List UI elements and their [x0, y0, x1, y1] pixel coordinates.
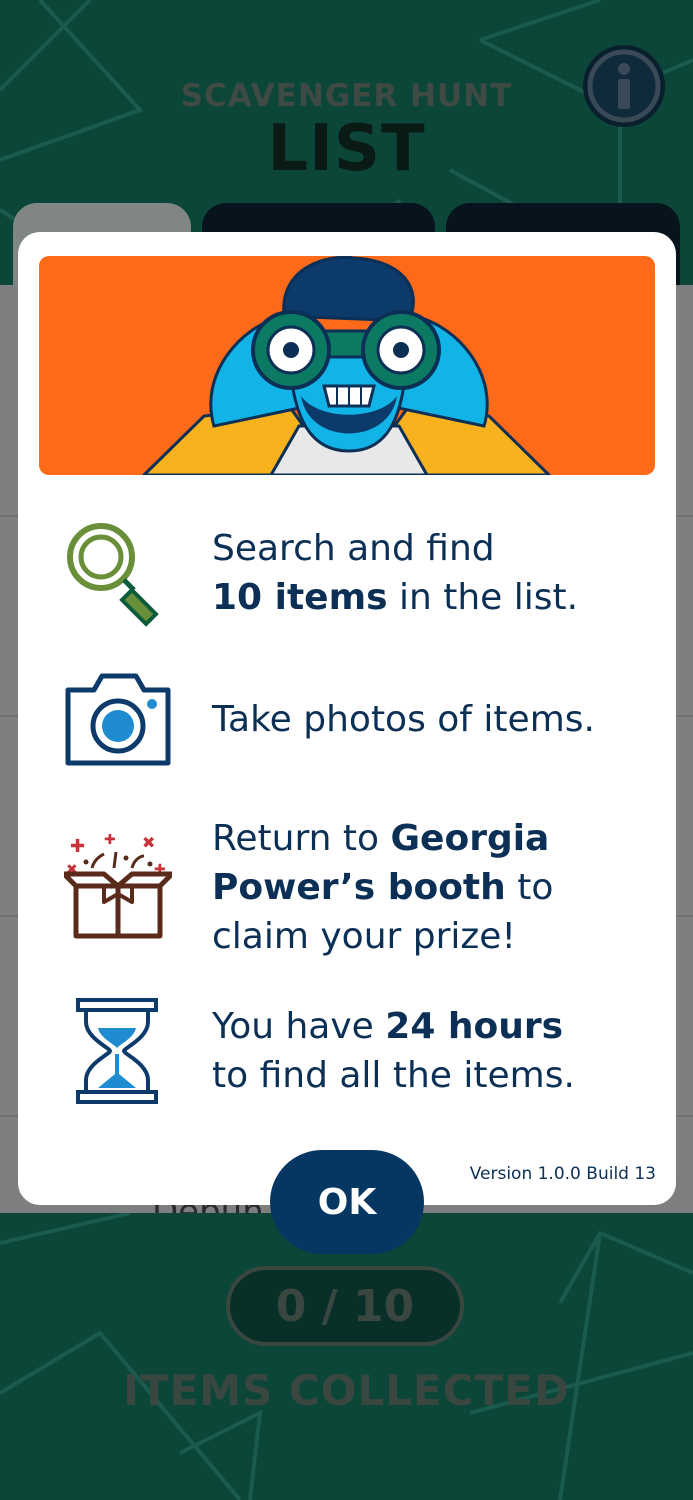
magnifying-glass-icon — [67, 523, 159, 627]
ok-button[interactable]: OK — [270, 1150, 424, 1254]
instructions-modal: Search and find 10 items in the list. Ta… — [18, 232, 676, 1205]
instruction-bold: Georgia — [390, 818, 550, 859]
hero-illustration — [39, 256, 655, 475]
instruction-line: You have 24 hours — [212, 1002, 575, 1051]
footer-pattern — [0, 1213, 693, 1500]
instruction-text: You have 24 hours to find all the items. — [212, 1002, 575, 1100]
hourglass-icon — [76, 998, 158, 1104]
instruction-line: Return to Georgia — [212, 814, 553, 863]
info-button[interactable] — [583, 45, 665, 127]
camera-icon — [65, 673, 171, 766]
instruction-text: Return to Georgia Power’s booth to claim… — [212, 814, 553, 961]
version-label: Version 1.0.0 Build 13 — [469, 1164, 656, 1184]
instruction-plain: You have — [212, 1006, 386, 1047]
items-collected-label: ITEMS COLLECTED — [123, 1366, 570, 1415]
instruction-line: Power’s booth to — [212, 863, 553, 912]
info-icon — [587, 49, 661, 123]
instruction-plain: to — [505, 867, 554, 908]
svg-text:✖: ✖ — [142, 834, 155, 852]
instruction-plain: Return to — [212, 818, 391, 859]
instruction-bold: 24 hours — [385, 1006, 564, 1047]
instruction-bold: Power’s booth — [212, 867, 506, 908]
svg-text:✚: ✚ — [104, 834, 116, 848]
instruction-line: Search and find — [212, 528, 495, 569]
svg-text:✚: ✚ — [70, 836, 85, 857]
gift-box-icon: ✚ ✚ ✖ ✖ ✚ — [64, 834, 172, 939]
instruction-line: claim your prize! — [212, 916, 516, 957]
instruction-bold: 10 items — [212, 577, 388, 618]
instruction-plain: in the list. — [387, 577, 579, 618]
binoculars-person-illustration — [141, 256, 552, 475]
instruction-line: 10 items in the list. — [212, 573, 578, 622]
app-footer — [0, 1213, 693, 1500]
items-counter: 0 / 10 — [226, 1266, 464, 1346]
instruction-text: Take photos of items. — [212, 699, 595, 740]
instruction-line: to find all the items. — [212, 1055, 575, 1096]
instruction-text: Search and find 10 items in the list. — [212, 524, 578, 622]
